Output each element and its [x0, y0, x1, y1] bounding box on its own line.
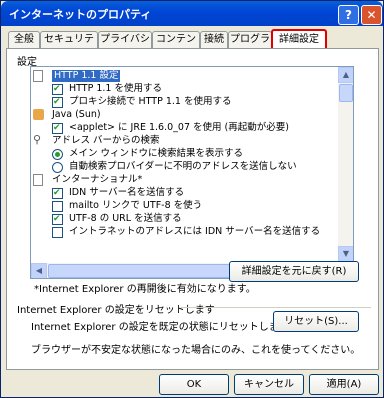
- option-label: イントラネットのアドレスには IDN サーバー名を送信する: [69, 226, 321, 237]
- list-item[interactable]: インターナショナル*: [33, 174, 333, 186]
- checkbox[interactable]: [52, 227, 63, 238]
- scroll-down-icon[interactable]: ▼: [338, 246, 353, 262]
- java-icon: [33, 109, 44, 120]
- window-title: インターネットのプロパティ: [9, 8, 152, 21]
- option-label: 自動検索プロバイダーに不明のアドレスを送信しない: [69, 161, 297, 172]
- list-item[interactable]: 自動検索プロバイダーに不明のアドレスを送信しない: [33, 161, 333, 173]
- option-label: <applet> に JRE 1.6.0_07 を使用 (再起動が必要): [69, 122, 289, 133]
- tab-general[interactable]: 全般: [8, 31, 40, 48]
- page-icon: [33, 70, 43, 82]
- reset-section-title: Internet Explorer の設定をリセットします: [17, 305, 215, 316]
- option-label: mailto リンクで UTF-8 を使う: [69, 200, 203, 211]
- tab-advanced[interactable]: 詳細設定: [271, 29, 327, 50]
- group-label: Java (Sun): [52, 109, 101, 120]
- checkbox[interactable]: [52, 83, 63, 95]
- restart-note: *Internet Explorer の再開後に有効になります。: [34, 284, 256, 295]
- tab-security[interactable]: セキュリティ: [40, 31, 98, 61]
- search-icon: ⚲: [33, 133, 42, 146]
- vertical-scrollbar[interactable]: ▲ ▼: [337, 67, 353, 262]
- option-label: プロキシ接続で HTTP 1.1 を使用する: [69, 96, 232, 107]
- list-item[interactable]: プロキシ接続で HTTP 1.1 を使用する: [33, 96, 333, 108]
- restore-advanced-button[interactable]: 詳細設定を元に戻す(R): [229, 261, 359, 282]
- checkbox[interactable]: [52, 96, 63, 108]
- close-button[interactable]: ✕: [361, 5, 382, 25]
- properties-window: インターネットのプロパティ ? ✕ 全般 セキュリティ プライバシー コンテンツ…: [0, 0, 384, 398]
- option-label: UTF-8 の URL を送信する: [69, 213, 182, 224]
- tab-programs[interactable]: プログラム: [228, 31, 272, 61]
- title-bar[interactable]: インターネットのプロパティ ? ✕: [1, 1, 383, 26]
- group-label: HTTP 1.1 設定: [52, 70, 121, 82]
- ok-button[interactable]: OK: [159, 374, 229, 395]
- reset-description: Internet Explorer の設定を既定の状態にリセットします。: [31, 322, 298, 333]
- cancel-button[interactable]: キャンセル: [234, 374, 304, 395]
- group-label: インターナショナル*: [52, 174, 143, 185]
- list-item[interactable]: IDN サーバー名を送信する: [33, 187, 333, 199]
- checkbox[interactable]: [52, 122, 63, 134]
- list-item[interactable]: イントラネットのアドレスには IDN サーバー名を送信する: [33, 226, 333, 238]
- page-icon: [33, 174, 43, 186]
- list-item[interactable]: ⚲ アドレス バーからの検索: [33, 133, 333, 147]
- group-label: アドレス バーからの検索: [52, 135, 160, 146]
- option-label: HTTP 1.1 を使用する: [69, 83, 162, 94]
- scroll-up-icon[interactable]: ▲: [338, 67, 353, 83]
- divider: [181, 307, 371, 308]
- reset-hint: ブラウザーが不安定な状態になった場合にのみ、これを使ってください。: [31, 345, 361, 356]
- list-item[interactable]: mailto リンクで UTF-8 を使う: [33, 200, 333, 212]
- reset-button[interactable]: リセット(S)...: [273, 311, 359, 332]
- checkbox[interactable]: [52, 213, 63, 225]
- help-button[interactable]: ?: [338, 5, 359, 25]
- settings-list[interactable]: HTTP 1.1 設定 HTTP 1.1 を使用する プロキシ接続で HTTP …: [30, 66, 354, 279]
- scroll-thumb[interactable]: [339, 84, 353, 102]
- checkbox[interactable]: [52, 187, 63, 199]
- radio-button[interactable]: [52, 149, 63, 160]
- tab-content[interactable]: コンテンツ: [152, 31, 200, 61]
- list-item[interactable]: UTF-8 の URL を送信する: [33, 213, 333, 225]
- option-label: メイン ウィンドウに検索結果を表示する: [69, 148, 244, 159]
- list-item[interactable]: メイン ウィンドウに検索結果を表示する: [33, 148, 333, 160]
- apply-button[interactable]: 適用(A): [309, 374, 379, 395]
- scroll-left-icon[interactable]: ◀: [31, 263, 47, 278]
- list-item[interactable]: <applet> に JRE 1.6.0_07 を使用 (再起動が必要): [33, 122, 333, 134]
- option-label: IDN サーバー名を送信する: [69, 187, 185, 198]
- tab-connections[interactable]: 接続: [200, 31, 228, 48]
- list-item[interactable]: Java (Sun): [33, 109, 333, 121]
- list-item[interactable]: HTTP 1.1 設定: [33, 70, 333, 82]
- checkbox[interactable]: [52, 201, 63, 212]
- list-item[interactable]: HTTP 1.1 を使用する: [33, 83, 333, 95]
- radio-button[interactable]: [52, 162, 63, 173]
- tab-privacy[interactable]: プライバシー: [98, 31, 152, 61]
